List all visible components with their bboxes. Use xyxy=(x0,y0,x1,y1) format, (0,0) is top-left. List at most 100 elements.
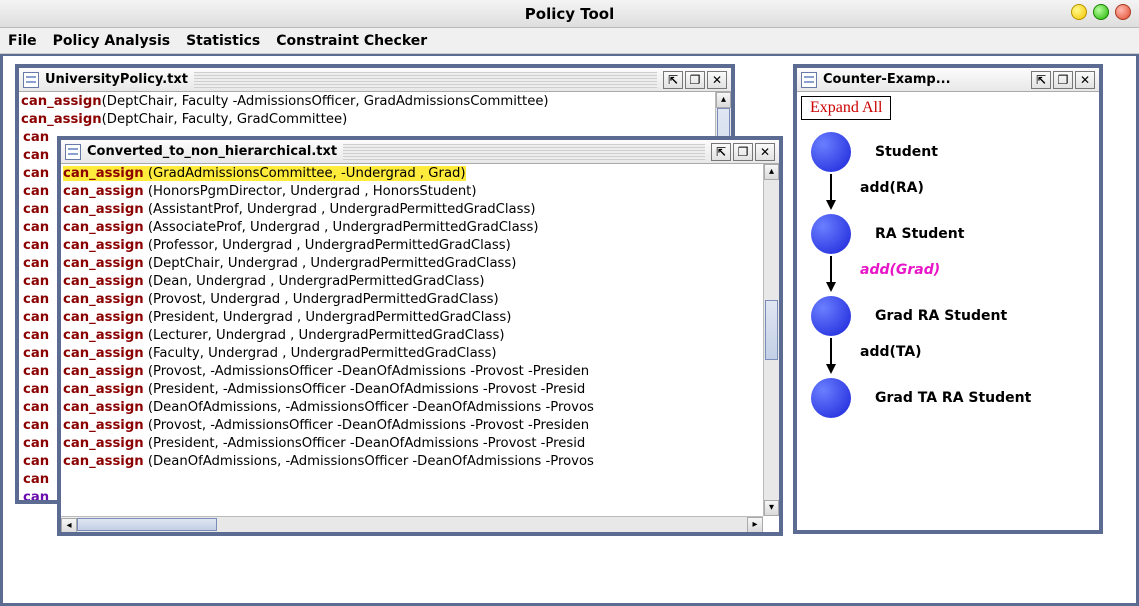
menu-statistics[interactable]: Statistics xyxy=(186,33,260,49)
frame-university-policy-titlebar[interactable]: UniversityPolicy.txt ⇱ ❐ ✕ xyxy=(19,68,731,92)
rule-line[interactable]: can_assign (Provost, -AdmissionsOfficer … xyxy=(63,363,763,381)
frame-minimize-icon[interactable]: ⇱ xyxy=(711,143,731,161)
document-icon xyxy=(801,72,817,88)
node-label: Student xyxy=(875,144,938,160)
rule-line[interactable]: can_assign (Faculty, Undergrad , Undergr… xyxy=(63,345,763,363)
frame-university-policy-title: UniversityPolicy.txt xyxy=(45,72,188,87)
graph-edge: add(RA) xyxy=(830,174,1099,212)
frame-minimize-icon[interactable]: ⇱ xyxy=(1031,71,1051,89)
arrowhead-icon xyxy=(826,282,836,292)
keyword: can_assign xyxy=(63,382,144,397)
edge-line-icon xyxy=(830,174,832,202)
frame-close-icon[interactable]: ✕ xyxy=(1075,71,1095,89)
scroll-right-icon[interactable]: ▸ xyxy=(747,517,763,532)
node-label: RA Student xyxy=(875,226,964,242)
scroll-up-icon[interactable]: ▴ xyxy=(716,92,731,108)
keyword: can_assign xyxy=(63,418,144,433)
frame-counter-example-body: Expand All Student add(RA) RA Student xyxy=(797,92,1099,522)
rule-line[interactable]: can_assign (AssistantProf, Undergrad , U… xyxy=(63,201,763,219)
keyword: can_assign xyxy=(63,364,144,379)
keyword: can_assign xyxy=(63,328,144,343)
frame-maximize-icon[interactable]: ❐ xyxy=(1053,71,1073,89)
rule-line[interactable]: can_assign (Dean, Undergrad , UndergradP… xyxy=(63,273,763,291)
rule-line[interactable]: can_assign (President, -AdmissionsOffice… xyxy=(63,435,763,453)
rule-line[interactable]: can_assign (Professor, Undergrad , Under… xyxy=(63,237,763,255)
frame-close-icon[interactable]: ✕ xyxy=(755,143,775,161)
scroll-left-icon[interactable]: ◂ xyxy=(61,518,77,532)
rule-line[interactable]: can_assign (HonorsPgmDirector, Undergrad… xyxy=(63,183,763,201)
rule-args: (DeanOfAdmissions, -AdmissionsOfficer -D… xyxy=(144,454,594,469)
rule-line[interactable]: can_assign (AssociateProf, Undergrad , U… xyxy=(63,219,763,237)
rule-args: (DeptChair, Faculty -AdmissionsOfficer, … xyxy=(102,94,549,109)
rule-args: (DeanOfAdmissions, -AdmissionsOfficer -D… xyxy=(144,400,594,415)
node-circle-icon xyxy=(811,214,851,254)
frame-close-icon[interactable]: ✕ xyxy=(707,71,727,89)
rule-args: (President, -AdmissionsOfficer -DeanOfAd… xyxy=(144,436,586,451)
app-titlebar: Policy Tool xyxy=(0,0,1139,28)
node-circle-icon xyxy=(811,132,851,172)
scroll-track[interactable] xyxy=(764,180,779,500)
scroll-down-icon[interactable]: ▾ xyxy=(764,500,779,516)
rule-line[interactable]: can_assign (President, -AdmissionsOffice… xyxy=(63,381,763,399)
rule-line[interactable]: can_assign (GradAdmissionsCommittee, -Un… xyxy=(63,165,763,183)
edge-label: add(Grad) xyxy=(860,262,940,278)
frame-maximize-icon[interactable]: ❐ xyxy=(685,71,705,89)
rule-args: (Provost, -AdmissionsOfficer -DeanOfAdmi… xyxy=(144,364,589,379)
edge-line-icon xyxy=(830,338,832,366)
document-icon xyxy=(23,72,39,88)
frame-counter-example-titlebar[interactable]: Counter-Examp... ⇱ ❐ ✕ xyxy=(797,68,1099,92)
frame-converted[interactable]: Converted_to_non_hierarchical.txt ⇱ ❐ ✕ … xyxy=(57,136,783,536)
close-window-icon[interactable] xyxy=(1115,4,1131,20)
node-label: Grad RA Student xyxy=(875,308,1007,324)
node-circle-icon xyxy=(811,296,851,336)
graph-node[interactable]: Grad TA RA Student xyxy=(811,376,1099,420)
scroll-thumb[interactable] xyxy=(77,518,217,531)
rule-args: (Faculty, Undergrad , UndergradPermitted… xyxy=(144,346,497,361)
rule-args: (Professor, Undergrad , UndergradPermitt… xyxy=(144,238,511,253)
graph-edge: add(TA) xyxy=(830,338,1099,376)
rule-args: (GradAdmissionsCommittee, -Undergrad , G… xyxy=(144,166,466,181)
frame-minimize-icon[interactable]: ⇱ xyxy=(663,71,683,89)
rule-line[interactable]: can_assign (DeanOfAdmissions, -Admission… xyxy=(63,453,763,471)
rule-line[interactable]: can_assign (President, Undergrad , Under… xyxy=(63,309,763,327)
graph-node[interactable]: Grad RA Student xyxy=(811,294,1099,338)
document-icon xyxy=(65,144,81,160)
scroll-thumb[interactable] xyxy=(765,300,778,360)
expand-all-button[interactable]: Expand All xyxy=(801,96,891,120)
menubar: File Policy Analysis Statistics Constrai… xyxy=(0,28,1139,54)
keyword: can_assign xyxy=(63,292,144,307)
keyword: can_assign xyxy=(63,166,144,181)
keyword: can_assign xyxy=(63,256,144,271)
graph-node[interactable]: Student xyxy=(811,130,1099,174)
rule-args: (AssistantProf, Undergrad , UndergradPer… xyxy=(144,202,536,217)
titlebar-grip xyxy=(343,144,705,160)
converted-vscroll[interactable]: ▴ ▾ xyxy=(763,164,779,516)
frame-converted-body: can_assign (GradAdmissionsCommittee, -Un… xyxy=(61,164,779,532)
menu-policy-analysis[interactable]: Policy Analysis xyxy=(53,33,170,49)
zoom-window-icon[interactable] xyxy=(1093,4,1109,20)
keyword: can_assign xyxy=(63,238,144,253)
edge-label: add(TA) xyxy=(860,344,922,360)
arrowhead-icon xyxy=(826,364,836,374)
rule-line[interactable]: can_assign (DeanOfAdmissions, -Admission… xyxy=(63,399,763,417)
rule-line[interactable]: can_assign (Provost, Undergrad , Undergr… xyxy=(63,291,763,309)
rule-line[interactable]: can_assign (DeptChair, Undergrad , Under… xyxy=(63,255,763,273)
graph-node[interactable]: RA Student xyxy=(811,212,1099,256)
rule-line[interactable]: can_assign (Provost, -AdmissionsOfficer … xyxy=(63,417,763,435)
app-title: Policy Tool xyxy=(0,5,1139,23)
scroll-up-icon[interactable]: ▴ xyxy=(764,164,779,180)
menu-constraint-checker[interactable]: Constraint Checker xyxy=(276,33,427,49)
frame-counter-example[interactable]: Counter-Examp... ⇱ ❐ ✕ Expand All Studen… xyxy=(793,64,1103,534)
converted-hscroll[interactable]: ◂ ▸ xyxy=(61,516,763,532)
keyword: can_assign xyxy=(63,202,144,217)
titlebar-grip xyxy=(194,72,657,88)
mdi-workspace: UniversityPolicy.txt ⇱ ❐ ✕ can_assign(De… xyxy=(0,54,1139,606)
frame-maximize-icon[interactable]: ❐ xyxy=(733,143,753,161)
rule-line[interactable]: can_assign (Lecturer, Undergrad , Underg… xyxy=(63,327,763,345)
scroll-track[interactable] xyxy=(77,517,747,532)
converted-text[interactable]: can_assign (GradAdmissionsCommittee, -Un… xyxy=(61,164,765,516)
minimize-window-icon[interactable] xyxy=(1071,4,1087,20)
frame-converted-titlebar[interactable]: Converted_to_non_hierarchical.txt ⇱ ❐ ✕ xyxy=(61,140,779,164)
menu-file[interactable]: File xyxy=(8,33,37,49)
counter-example-graph: Student add(RA) RA Student add(Grad) xyxy=(811,130,1099,420)
